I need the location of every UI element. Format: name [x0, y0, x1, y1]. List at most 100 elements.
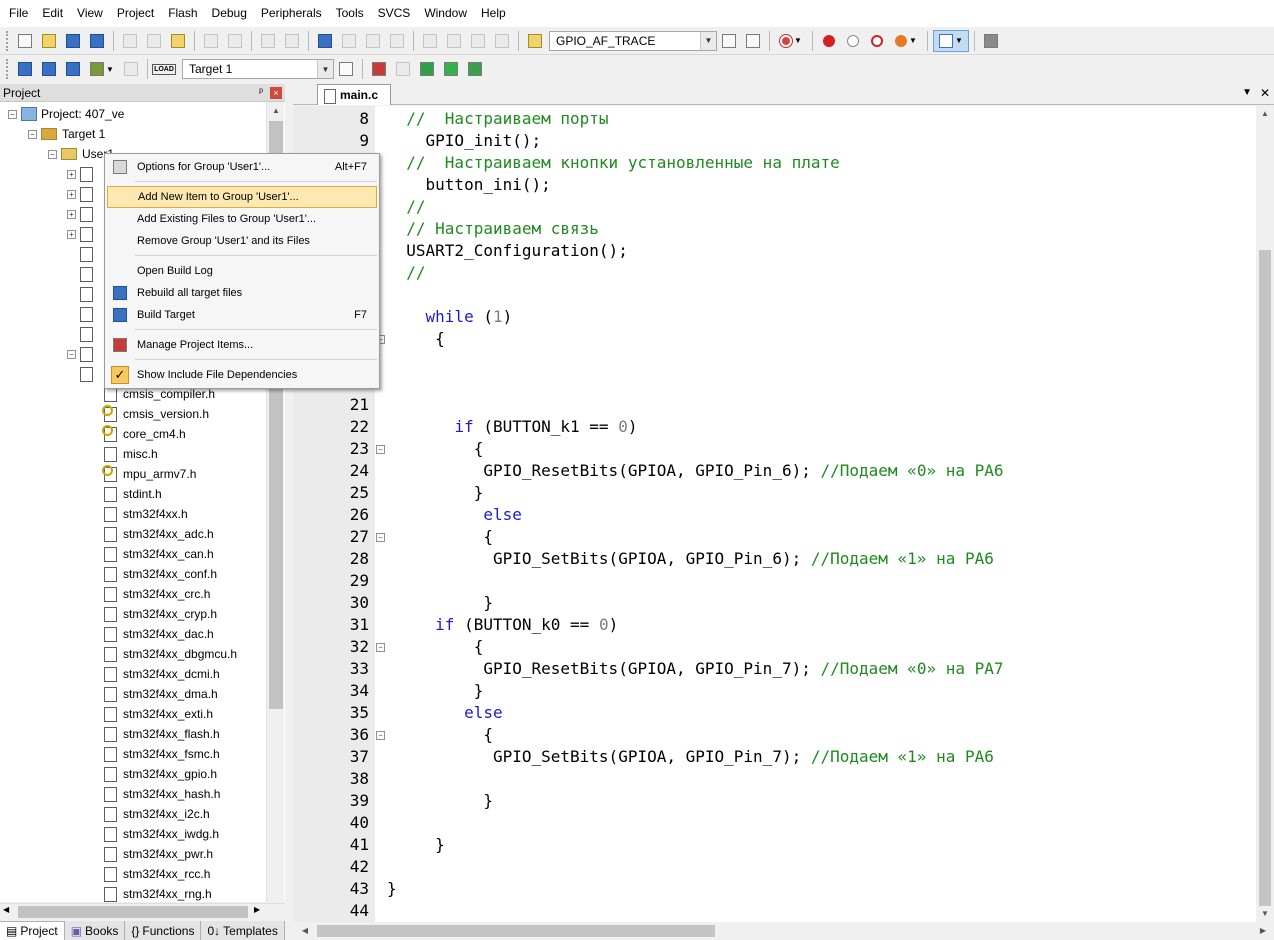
tree-file-hidden[interactable]: [80, 264, 99, 284]
tree-file-hidden[interactable]: +: [67, 224, 99, 244]
code-line[interactable]: }: [387, 482, 484, 504]
copy-button[interactable]: [143, 30, 165, 52]
new-file-button[interactable]: [14, 30, 36, 52]
scroll-left-icon[interactable]: ◀: [297, 922, 313, 940]
find-combo[interactable]: GPIO_AF_TRACE ▼: [549, 30, 717, 51]
tab-list-dropdown-icon[interactable]: ▼: [1242, 87, 1252, 98]
window-layout-button[interactable]: ▼: [933, 29, 969, 52]
clear-bookmarks-button[interactable]: [386, 30, 408, 52]
tree-folder-hidden[interactable]: −: [67, 344, 99, 364]
tree-file-hidden[interactable]: +: [67, 204, 99, 224]
insert-breakpoint-button[interactable]: [818, 30, 840, 52]
menu-view[interactable]: View: [70, 0, 110, 27]
code-line[interactable]: GPIO_init();: [387, 130, 542, 152]
code-line[interactable]: GPIO_SetBits(GPIOA, GPIO_Pin_6); //Подае…: [387, 548, 994, 570]
cut-button[interactable]: [119, 30, 141, 52]
code-line[interactable]: {: [387, 636, 484, 658]
editor-horizontal-scrollbar[interactable]: ◀ ▶: [293, 922, 1274, 940]
fold-collapse-icon[interactable]: −: [376, 643, 385, 652]
scrollbar-thumb[interactable]: [18, 906, 248, 918]
code-line[interactable]: {: [387, 438, 484, 460]
target-options-button[interactable]: [335, 58, 357, 80]
menu-window[interactable]: Window: [417, 0, 474, 27]
tree-file[interactable]: mpu_armv7.h: [102, 464, 196, 484]
chevron-down-icon[interactable]: ▼: [317, 60, 333, 78]
find-button[interactable]: [718, 30, 740, 52]
download-button[interactable]: LOAD: [152, 58, 176, 80]
fold-collapse-icon[interactable]: −: [376, 533, 385, 542]
collapse-icon[interactable]: −: [48, 149, 57, 159]
tree-file[interactable]: stm32f4xx_fsmc.h: [104, 744, 220, 764]
menu-file[interactable]: File: [2, 0, 35, 27]
tree-file[interactable]: misc.h: [104, 444, 158, 464]
tree-file[interactable]: stm32f4xx_hash.h: [104, 784, 220, 804]
code-line[interactable]: else: [387, 702, 503, 724]
paste-button[interactable]: [167, 30, 189, 52]
tree-file-hidden[interactable]: +: [67, 164, 99, 184]
code-line[interactable]: while (1): [387, 306, 513, 328]
manage-project-items-button[interactable]: [368, 58, 390, 80]
menu-item-options-for-group[interactable]: Options for Group 'User1'... Alt+F7: [107, 156, 377, 178]
collapse-icon[interactable]: −: [8, 109, 17, 119]
code-line[interactable]: }: [387, 592, 493, 614]
code-line[interactable]: button_ini();: [387, 174, 551, 196]
batch-build-button[interactable]: ▼: [86, 58, 118, 80]
menu-edit[interactable]: Edit: [35, 0, 70, 27]
rebuild-button[interactable]: [62, 58, 84, 80]
open-file-button[interactable]: [38, 30, 60, 52]
tree-file-hidden[interactable]: [80, 304, 99, 324]
menu-peripherals[interactable]: Peripherals: [254, 0, 329, 27]
tree-file[interactable]: core_cm4.h: [102, 424, 186, 444]
menu-help[interactable]: Help: [474, 0, 513, 27]
close-icon[interactable]: ×: [270, 86, 282, 99]
tab-main-c[interactable]: main.c: [317, 84, 392, 105]
tree-file[interactable]: stm32f4xx_dbgmcu.h: [104, 644, 237, 664]
code-editor[interactable]: // Настраиваем порты GPIO_init(); // Нас…: [375, 106, 1256, 922]
expand-icon[interactable]: +: [67, 209, 76, 219]
tree-project-root[interactable]: − Project: 407_ve: [8, 104, 124, 124]
redo-button[interactable]: [224, 30, 246, 52]
code-line[interactable]: {: [387, 724, 493, 746]
toolbar-grip[interactable]: [6, 59, 9, 79]
tab-functions[interactable]: {} Functions: [125, 921, 202, 940]
code-line[interactable]: GPIO_SetBits(GPIOA, GPIO_Pin_7); //Подае…: [387, 746, 994, 768]
scroll-left-icon[interactable]: ◀: [3, 905, 9, 914]
insert-bookmark-button[interactable]: [314, 30, 336, 52]
tree-file[interactable]: stm32f4xx_crc.h: [104, 584, 210, 604]
enable-breakpoint-button[interactable]: [842, 30, 864, 52]
code-line[interactable]: GPIO_ResetBits(GPIOA, GPIO_Pin_7); //Под…: [387, 658, 1003, 680]
select-packs-button[interactable]: [392, 58, 414, 80]
code-line[interactable]: }: [387, 680, 484, 702]
scroll-up-icon[interactable]: ▲: [267, 102, 285, 120]
scroll-up-icon[interactable]: ▲: [1256, 106, 1274, 122]
debug-session-button[interactable]: ▼: [775, 30, 807, 52]
tree-file[interactable]: stm32f4xx_dac.h: [104, 624, 214, 644]
target-combo[interactable]: Target 1 ▼: [182, 59, 334, 79]
menu-item-build-target[interactable]: Build Target F7: [107, 304, 377, 326]
tree-file-hidden[interactable]: [80, 284, 99, 304]
menu-item-show-include-dependencies[interactable]: ✓ Show Include File Dependencies: [107, 364, 377, 386]
menu-item-rebuild-all[interactable]: Rebuild all target files: [107, 282, 377, 304]
tree-file[interactable]: stm32f4xx.h: [104, 504, 188, 524]
tree-file[interactable]: stm32f4xx_can.h: [104, 544, 214, 564]
tree-file-hidden[interactable]: [80, 364, 99, 384]
code-line[interactable]: }: [387, 878, 397, 900]
tab-project[interactable]: ▤ Project: [0, 921, 65, 940]
menu-project[interactable]: Project: [110, 0, 161, 27]
nav-forward-button[interactable]: [281, 30, 303, 52]
stop-build-button[interactable]: [120, 58, 142, 80]
chevron-down-icon[interactable]: ▼: [700, 31, 716, 50]
code-line[interactable]: else: [387, 504, 522, 526]
code-line[interactable]: // Настраиваем порты: [387, 108, 608, 130]
save-all-button[interactable]: [86, 30, 108, 52]
menu-item-add-new-item[interactable]: Add New Item to Group 'User1'...: [107, 186, 377, 208]
tree-target[interactable]: − Target 1: [28, 124, 105, 144]
tree-file[interactable]: stm32f4xx_dma.h: [104, 684, 218, 704]
code-line[interactable]: }: [387, 790, 493, 812]
undo-button[interactable]: [200, 30, 222, 52]
find-in-files-button[interactable]: [524, 30, 546, 52]
save-button[interactable]: [62, 30, 84, 52]
prev-bookmark-button[interactable]: [338, 30, 360, 52]
tree-file[interactable]: stm32f4xx_cryp.h: [104, 604, 217, 624]
kill-breakpoints-button[interactable]: ▼: [890, 30, 922, 52]
